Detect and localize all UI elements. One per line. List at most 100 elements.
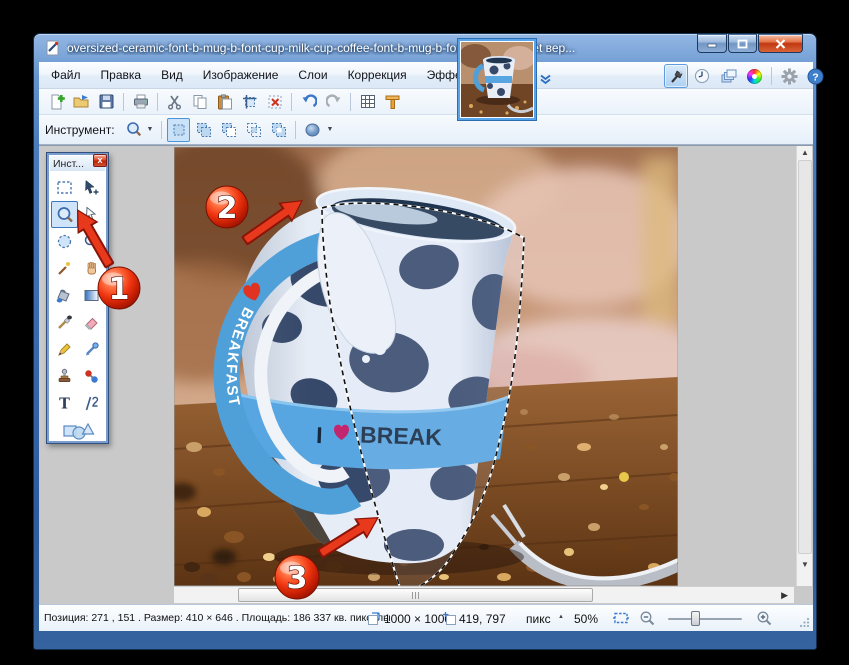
help-icon: ? xyxy=(807,68,824,85)
separator xyxy=(295,121,296,139)
deselect-button[interactable] xyxy=(263,91,286,113)
layers-window-button[interactable] xyxy=(716,64,740,88)
units-dropdown-arrow[interactable]: ▲ xyxy=(558,614,564,620)
tool-eraser[interactable] xyxy=(78,309,105,336)
tools-window-button[interactable] xyxy=(664,64,688,88)
selection-mode-intersect[interactable] xyxy=(242,118,265,142)
selection-mode-union[interactable] xyxy=(192,118,215,142)
separator xyxy=(771,67,772,85)
replace-mode-icon xyxy=(171,122,187,138)
open-image-thumbnail[interactable] xyxy=(458,39,536,120)
new-document-icon xyxy=(49,94,65,110)
help-button[interactable]: ? xyxy=(803,64,827,88)
colors-window-button[interactable] xyxy=(742,64,766,88)
open-button[interactable] xyxy=(70,91,93,113)
open-folder-icon xyxy=(73,94,91,110)
selection-mode-replace[interactable] xyxy=(167,118,190,142)
tool-pan[interactable] xyxy=(78,255,105,282)
horizontal-scrollbar[interactable]: ▶ xyxy=(174,586,794,603)
zoom-in-icon[interactable] xyxy=(756,610,773,627)
ellipse-select-icon xyxy=(56,233,73,250)
tool-recolor[interactable] xyxy=(78,363,105,390)
image-list-chevron-icon[interactable] xyxy=(539,74,552,85)
tool-line-curve[interactable] xyxy=(78,390,105,417)
zoom-out-icon[interactable] xyxy=(639,610,656,627)
resize-grip[interactable] xyxy=(799,617,810,628)
menu-layers[interactable]: Слои xyxy=(288,64,337,86)
tool-magic-wand[interactable] xyxy=(51,255,78,282)
tool-zoom[interactable] xyxy=(78,228,105,255)
window-title: oversized-ceramic-font-b-mug-b-font-cup-… xyxy=(67,41,667,55)
crop-button[interactable] xyxy=(238,91,261,113)
menu-view[interactable]: Вид xyxy=(151,64,193,86)
maximize-button[interactable] xyxy=(728,34,757,53)
tool-color-picker[interactable] xyxy=(78,336,105,363)
paintnet-app-icon xyxy=(45,40,61,56)
line-curve-icon xyxy=(83,395,100,412)
horizontal-scrollbar-thumb[interactable] xyxy=(238,588,593,602)
zoom-level-value[interactable]: 50% xyxy=(574,612,598,626)
zoom-slider-thumb[interactable] xyxy=(691,611,700,626)
scroll-up-arrow[interactable]: ▲ xyxy=(797,146,813,160)
settings-button[interactable] xyxy=(777,64,801,88)
paste-button[interactable] xyxy=(213,91,236,113)
tool-gradient[interactable] xyxy=(78,282,105,309)
shapes-icon xyxy=(61,422,95,440)
menu-edit[interactable]: Правка xyxy=(91,64,152,86)
zoom-slider-track[interactable] xyxy=(668,618,742,620)
units-dropdown[interactable]: пикс xyxy=(526,612,551,626)
grid-button[interactable] xyxy=(356,91,379,113)
tool-dropdown-arrow[interactable]: ▼ xyxy=(147,126,154,133)
menu-file[interactable]: Файл xyxy=(41,64,91,86)
print-button[interactable] xyxy=(129,91,152,113)
ruler-button[interactable] xyxy=(381,91,404,113)
tool-paintbrush[interactable] xyxy=(51,309,78,336)
selection-mode-xor[interactable] xyxy=(267,118,290,142)
close-button[interactable] xyxy=(758,34,803,53)
tool-move-selected-pixels[interactable] xyxy=(78,174,105,201)
main-toolbar xyxy=(39,89,813,115)
new-document-button[interactable] xyxy=(45,91,68,113)
tool-paint-bucket[interactable] xyxy=(51,282,78,309)
scroll-down-arrow[interactable]: ▼ xyxy=(797,558,813,572)
gradient-icon xyxy=(83,287,100,304)
copy-icon xyxy=(192,94,208,110)
undo-button[interactable] xyxy=(297,91,320,113)
vertical-scrollbar[interactable]: ▲ ▼ xyxy=(796,146,812,586)
crop-icon xyxy=(242,94,258,110)
cut-button[interactable] xyxy=(163,91,186,113)
tool-ellipse-select[interactable] xyxy=(51,228,78,255)
history-window-button[interactable] xyxy=(690,64,714,88)
save-button[interactable] xyxy=(95,91,118,113)
menu-adjustments[interactable]: Коррекция xyxy=(338,64,417,86)
menu-image[interactable]: Изображение xyxy=(193,64,289,86)
save-floppy-icon xyxy=(99,94,114,109)
tools-icon xyxy=(668,68,684,84)
tool-text[interactable]: T xyxy=(51,390,78,417)
printer-icon xyxy=(133,94,149,110)
image-canvas[interactable]: I BREAK BREAKFAST xyxy=(174,147,678,586)
quality-dropdown-arrow[interactable]: ▼ xyxy=(326,126,333,133)
zoom-to-window-icon[interactable] xyxy=(612,610,630,626)
selection-quality-button[interactable] xyxy=(301,118,324,142)
svg-text:T: T xyxy=(59,396,70,413)
tool-pencil[interactable] xyxy=(51,336,78,363)
redo-button[interactable] xyxy=(322,91,345,113)
scroll-right-arrow[interactable]: ▶ xyxy=(781,587,788,604)
tool-shapes[interactable] xyxy=(51,417,105,444)
title-bar[interactable]: oversized-ceramic-font-b-mug-b-font-cup-… xyxy=(34,34,816,62)
tool-clone-stamp[interactable] xyxy=(51,363,78,390)
history-clock-icon xyxy=(694,68,710,84)
current-tool-button[interactable] xyxy=(122,119,145,141)
tool-move-selection[interactable] xyxy=(78,201,105,228)
intersect-mode-icon xyxy=(246,122,262,138)
tool-lasso-select[interactable] xyxy=(51,201,78,228)
vertical-scrollbar-thumb[interactable] xyxy=(798,160,812,554)
layers-icon xyxy=(720,68,737,84)
selection-mode-subtract[interactable] xyxy=(217,118,240,142)
minimize-button[interactable] xyxy=(697,34,727,53)
minimize-icon xyxy=(707,39,717,48)
tools-palette-close-button[interactable]: x xyxy=(93,154,107,167)
tool-rectangle-select[interactable] xyxy=(51,174,78,201)
copy-button[interactable] xyxy=(188,91,211,113)
